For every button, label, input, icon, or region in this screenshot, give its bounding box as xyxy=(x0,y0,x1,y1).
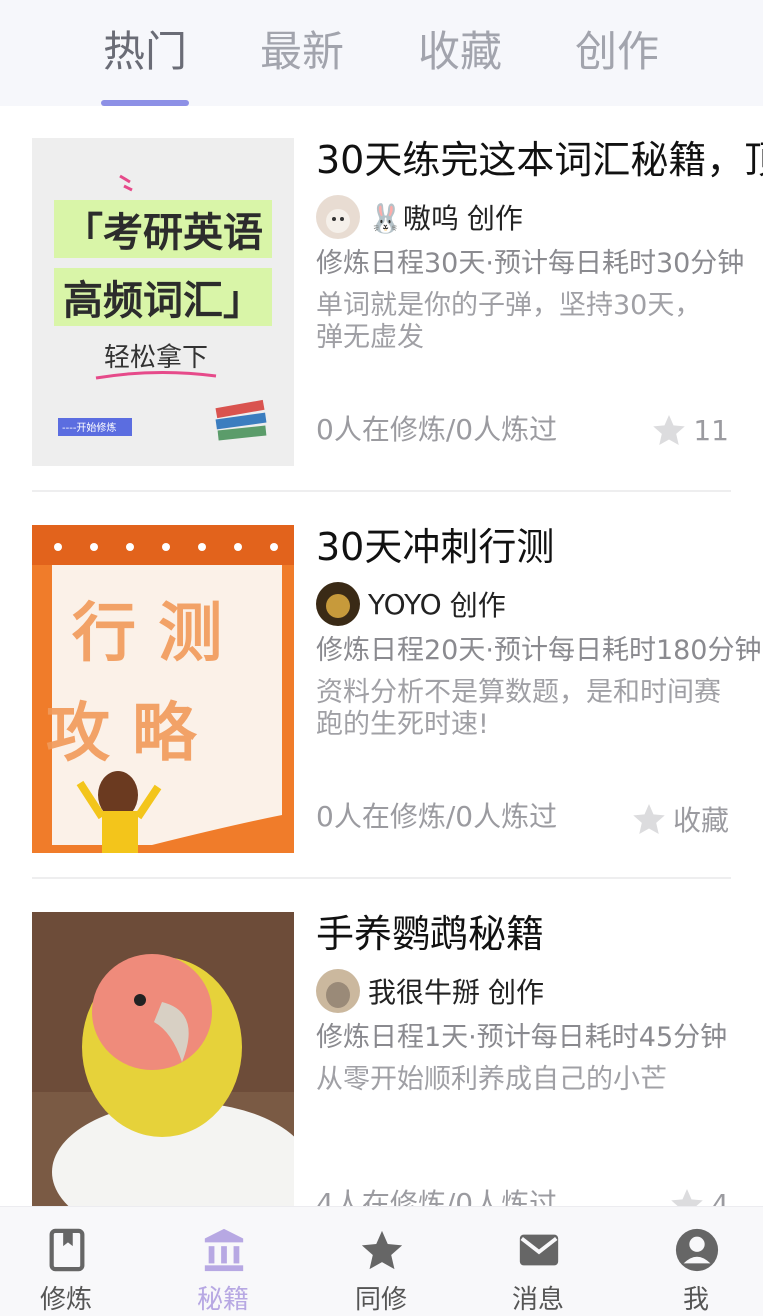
card-author[interactable]: YOYO 创作 xyxy=(316,581,506,627)
author-name: YOYO xyxy=(368,587,442,621)
card-cover-image: 「考研英语 高频词汇」 轻松拿下 ----开始修炼 xyxy=(32,138,294,466)
card-schedule: 修炼日程1天·预计每日耗时45分钟 xyxy=(316,1022,728,1053)
list-item[interactable]: 手养鹦鹉秘籍 我很牛掰 创作 修炼日程1天·预计每日耗时45分钟 从零开始顺利养… xyxy=(0,880,763,1206)
card-description: 从零开始顺利养成自己的小芒 xyxy=(316,1064,667,1095)
card-stats: 0人在修炼/0人炼过 xyxy=(316,413,558,446)
card-title: 30天冲刺行测 xyxy=(316,525,555,569)
favorite-label: 收藏 xyxy=(672,804,729,837)
nav-label: 我 xyxy=(682,1285,709,1315)
star-icon xyxy=(671,1189,703,1206)
card-author[interactable]: 🐰嗷呜 创作 xyxy=(316,194,523,240)
bottom-navigation: 修炼 秘籍 同修 消息 我 xyxy=(0,1206,763,1316)
card-stats: 0人在修炼/0人炼过 xyxy=(316,800,558,833)
card-stats: 4人在修炼/0人炼过 xyxy=(316,1187,558,1206)
card-description: 单词就是你的子弹，坚持30天，弹无虚发 xyxy=(316,290,702,353)
nav-messages[interactable]: 消息 xyxy=(478,1207,598,1316)
card-author[interactable]: 我很牛掰 创作 xyxy=(316,968,544,1014)
profile-icon xyxy=(675,1228,719,1272)
tab-latest[interactable]: 最新 xyxy=(260,26,344,78)
divider xyxy=(32,490,731,492)
card-cover-image xyxy=(32,912,294,1206)
app-root: 热门 最新 收藏 创作 「考研英语 高频词汇」 轻松拿下 ----开始修炼 30… xyxy=(0,0,763,1316)
svg-text:高频词汇」: 高频词汇」 xyxy=(63,278,263,324)
nav-label: 秘籍 xyxy=(196,1285,249,1315)
author-suffix: 创作 xyxy=(466,202,523,235)
nav-peers[interactable]: 同修 xyxy=(321,1207,441,1316)
divider xyxy=(32,877,731,879)
svg-text:行 测: 行 测 xyxy=(72,597,222,671)
tab-create[interactable]: 创作 xyxy=(575,26,659,78)
author-name: 🐰嗷呜 xyxy=(368,202,459,235)
tab-hot[interactable]: 热门 xyxy=(103,26,187,78)
tab-favorites[interactable]: 收藏 xyxy=(418,26,502,78)
library-icon xyxy=(204,1228,244,1272)
author-suffix: 创作 xyxy=(488,976,545,1009)
card-title: 手养鹦鹉秘籍 xyxy=(316,912,545,956)
card-cover-image: 行 测 攻 略 xyxy=(32,525,294,853)
card-title: 30天练完这本词汇秘籍，顶 xyxy=(316,138,763,182)
avatar xyxy=(316,582,360,626)
favorite-count: 4 xyxy=(711,1187,729,1207)
card-schedule: 修炼日程30天·预计每日耗时30分钟 xyxy=(316,248,745,279)
nav-cheatbooks[interactable]: 秘籍 xyxy=(163,1207,283,1316)
book-icon xyxy=(49,1228,85,1272)
nav-practice[interactable]: 修炼 xyxy=(6,1207,126,1316)
nav-label: 同修 xyxy=(354,1285,407,1315)
star-icon xyxy=(633,804,665,834)
avatar xyxy=(316,195,360,239)
svg-text:攻 略: 攻 略 xyxy=(46,697,197,771)
card-schedule: 修炼日程20天·预计每日耗时180分钟 xyxy=(316,635,762,666)
star-icon xyxy=(653,415,686,445)
nav-me[interactable]: 我 xyxy=(636,1207,756,1316)
favorite-count: 11 xyxy=(693,413,729,447)
nav-label: 修炼 xyxy=(39,1285,92,1315)
nav-label: 消息 xyxy=(511,1285,564,1315)
favorite-button[interactable]: 11 xyxy=(651,412,729,448)
svg-text:----开始修炼: ----开始修炼 xyxy=(62,421,116,434)
list-item[interactable]: 「考研英语 高频词汇」 轻松拿下 ----开始修炼 30天练完这本词汇秘籍，顶 … xyxy=(0,106,763,492)
avatar xyxy=(316,969,360,1013)
favorite-button[interactable]: 收藏 xyxy=(631,799,729,839)
top-tab-bar: 热门 最新 收藏 创作 xyxy=(0,0,763,106)
svg-text:轻松拿下: 轻松拿下 xyxy=(104,343,208,373)
author-name: 我很牛掰 xyxy=(368,976,481,1009)
svg-text:「考研英语: 「考研英语 xyxy=(63,210,263,256)
favorite-button[interactable]: 4 xyxy=(669,1186,729,1206)
author-suffix: 创作 xyxy=(449,589,506,622)
mail-icon xyxy=(519,1234,559,1266)
star-icon xyxy=(361,1230,403,1270)
card-description: 资料分析不是算数题，是和时间赛跑的生死时速! xyxy=(316,677,721,740)
list-item[interactable]: 行 测 攻 略 30天冲刺行测 YOYO 创作 修炼日程20天·预计每日耗时18… xyxy=(0,493,763,879)
cheatbook-list: 「考研英语 高频词汇」 轻松拿下 ----开始修炼 30天练完这本词汇秘籍，顶 … xyxy=(0,106,763,1206)
